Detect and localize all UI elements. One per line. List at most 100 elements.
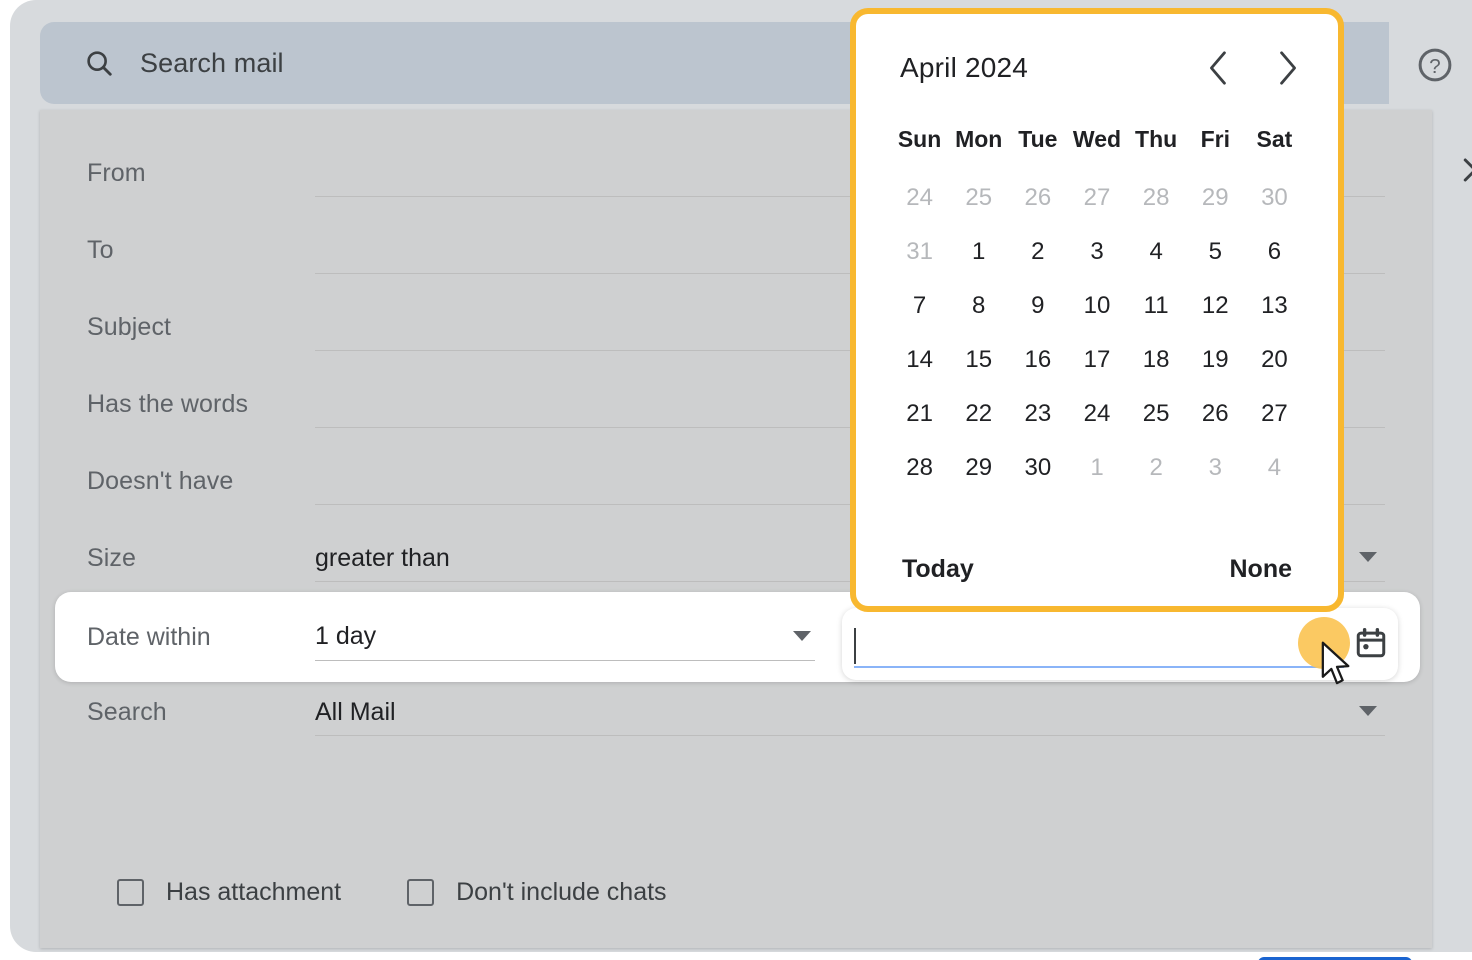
screenshot-root: Search mail ? From To Subject Has the wo… <box>0 0 1472 960</box>
calendar-day-cell[interactable]: 17 <box>1067 333 1126 387</box>
app-shell: Search mail ? From To Subject Has the wo… <box>10 0 1472 960</box>
calendar-weekday-header: Sun Mon Tue Wed Thu Fri Sat <box>890 122 1304 171</box>
calendar-footer: Today None <box>856 555 1338 584</box>
checkbox-group: Has attachment Don't include chats <box>117 878 667 907</box>
field-label-doesnt-have: Doesn't have <box>87 467 234 495</box>
calendar-day-cell[interactable]: 9 <box>1008 279 1067 333</box>
calendar-day-cell[interactable]: 11 <box>1127 279 1186 333</box>
calendar-month-title: April 2024 <box>900 52 1029 83</box>
calendar-day-cell[interactable]: 20 <box>1245 333 1304 387</box>
chevron-right-icon[interactable] <box>1454 155 1472 185</box>
search-scope-select[interactable]: All Mail <box>315 689 1385 736</box>
calendar-day-cell[interactable]: 10 <box>1067 279 1126 333</box>
calendar-day-cell[interactable]: 28 <box>1127 171 1186 225</box>
chevron-right-icon[interactable] <box>1274 48 1300 88</box>
weekday-thu: Thu <box>1135 126 1178 152</box>
field-label-to: To <box>87 236 114 264</box>
calendar-grid: Sun Mon Tue Wed Thu Fri Sat 24 25 26 27 28 29… <box>856 122 1338 495</box>
calendar-day-cell[interactable]: 27 <box>1067 171 1126 225</box>
calendar-day-cell[interactable]: 15 <box>949 333 1008 387</box>
calendar-day-cell[interactable]: 5 <box>1186 225 1245 279</box>
checkbox-label-has-attachment: Has attachment <box>166 878 342 906</box>
checkbox-label-dont-include-chats: Don't include chats <box>456 878 667 906</box>
weekday-tue: Tue <box>1018 126 1058 152</box>
calendar-day-cell[interactable]: 19 <box>1186 333 1245 387</box>
calendar-day-cell[interactable]: 13 <box>1245 279 1304 333</box>
calendar-day-cell[interactable]: 12 <box>1186 279 1245 333</box>
date-text-input[interactable] <box>854 624 1344 668</box>
chevron-left-icon[interactable] <box>1206 48 1232 88</box>
calendar-week-row: 21 22 23 24 25 26 27 <box>890 387 1304 441</box>
weekday-sat: Sat <box>1256 126 1293 152</box>
field-label-date-within: Date within <box>87 622 211 651</box>
calendar-day-cell[interactable]: 27 <box>1245 387 1304 441</box>
calendar-day-cell[interactable]: 29 <box>1186 171 1245 225</box>
chevron-down-icon <box>793 630 811 641</box>
calendar-none-button[interactable]: None <box>1230 555 1293 584</box>
search-icon <box>87 51 112 76</box>
size-operator-value: greater than <box>315 543 450 572</box>
help-circle-icon[interactable]: ? <box>1416 46 1454 84</box>
calendar-day-cell[interactable]: 30 <box>1245 171 1304 225</box>
weekday-wed: Wed <box>1072 126 1122 152</box>
text-caret <box>854 628 856 664</box>
checkbox-dont-include-chats[interactable] <box>407 879 435 906</box>
calendar-day-cell[interactable]: 7 <box>890 279 949 333</box>
calendar-day-cell[interactable]: 4 <box>1245 441 1304 495</box>
search-placeholder-text: Search mail <box>140 47 284 78</box>
mouse-cursor-icon <box>1321 641 1350 685</box>
calendar-weeks: 24 25 26 27 28 29 30 31 1 2 3 4 5 6 7 8 9 10 11 12 13 14 15 16 1… <box>890 171 1304 495</box>
calendar-day-cell[interactable]: 26 <box>1186 387 1245 441</box>
calendar-day-cell[interactable]: 28 <box>890 441 949 495</box>
calendar-day-cell[interactable]: 24 <box>1067 387 1126 441</box>
calendar-day-cell[interactable]: 16 <box>1008 333 1067 387</box>
calendar-day-cell[interactable]: 4 <box>1127 225 1186 279</box>
calendar-day-cell[interactable]: 2 <box>1127 441 1186 495</box>
calendar-day-cell[interactable]: 30 <box>1008 441 1067 495</box>
field-label-size: Size <box>87 544 137 572</box>
calendar-day-cell[interactable]: 3 <box>1186 441 1245 495</box>
weekday-sun: Sun <box>897 126 942 152</box>
date-within-value: 1 day <box>315 622 377 650</box>
weekday-mon: Mon <box>955 126 1003 152</box>
date-picker-popup: April 2024 Sun Mon Tue Wed Thu Fri Sat 2… <box>850 8 1344 612</box>
calendar-day-cell[interactable]: 25 <box>949 171 1008 225</box>
field-label-has-the-words: Has the words <box>87 390 249 418</box>
field-label-subject: Subject <box>87 313 172 341</box>
search-scope-value: All Mail <box>315 697 396 726</box>
calendar-week-row: 24 25 26 27 28 29 30 <box>890 171 1304 225</box>
calendar-nav <box>1206 48 1300 88</box>
calendar-day-cell[interactable]: 3 <box>1067 225 1126 279</box>
svg-text:?: ? <box>1429 55 1440 78</box>
field-row-search-scope: Search All Mail <box>40 674 1432 751</box>
calendar-day-cell[interactable]: 29 <box>949 441 1008 495</box>
calendar-day-cell[interactable]: 24 <box>890 171 949 225</box>
calendar-week-row: 31 1 2 3 4 5 6 <box>890 225 1304 279</box>
calendar-week-row: 7 8 9 10 11 12 13 <box>890 279 1304 333</box>
calendar-icon[interactable] <box>1354 626 1388 660</box>
checkbox-has-attachment[interactable] <box>117 879 144 906</box>
calendar-day-cell[interactable]: 18 <box>1127 333 1186 387</box>
calendar-day-cell[interactable]: 1 <box>1067 441 1126 495</box>
field-label-search-scope: Search <box>87 698 167 726</box>
calendar-day-cell[interactable]: 2 <box>1008 225 1067 279</box>
calendar-week-row: 28 29 30 1 2 3 4 <box>890 441 1304 495</box>
calendar-day-cell[interactable]: 8 <box>949 279 1008 333</box>
calendar-week-row: 14 15 16 17 18 19 20 <box>890 333 1304 387</box>
calendar-day-cell[interactable]: 14 <box>890 333 949 387</box>
calendar-header: April 2024 <box>856 14 1338 122</box>
calendar-today-button[interactable]: Today <box>902 555 974 584</box>
calendar-day-cell[interactable]: 31 <box>890 225 949 279</box>
date-within-select[interactable]: 1 day <box>315 614 815 661</box>
field-label-from: From <box>87 159 146 187</box>
calendar-day-cell[interactable]: 26 <box>1008 171 1067 225</box>
calendar-day-cell[interactable]: 25 <box>1127 387 1186 441</box>
chevron-down-icon <box>1359 706 1377 716</box>
calendar-day-cell[interactable]: 23 <box>1008 387 1067 441</box>
calendar-day-cell[interactable]: 1 <box>949 225 1008 279</box>
calendar-day-cell[interactable]: 22 <box>949 387 1008 441</box>
calendar-day-cell[interactable]: 21 <box>890 387 949 441</box>
chevron-down-icon <box>1359 552 1377 562</box>
calendar-day-cell[interactable]: 6 <box>1245 225 1304 279</box>
weekday-fri: Fri <box>1200 126 1230 152</box>
